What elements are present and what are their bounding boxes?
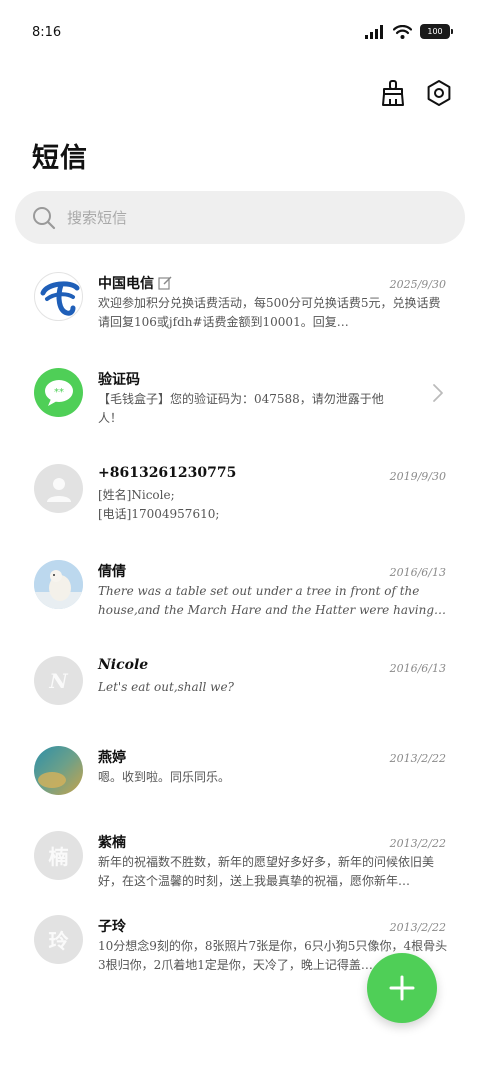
message-time: 2016/6/13 xyxy=(389,662,446,675)
status-bar: 8:16 100 xyxy=(0,0,480,66)
message-row[interactable]: 楠 紫楠 2013/2/22 新年的祝福数不胜数，新年的愿望好多好多，新年的问候… xyxy=(0,821,480,911)
edit-icon xyxy=(158,276,172,290)
message-row[interactable]: +8613261230775 2019/9/30 [姓名]Nicole; [电话… xyxy=(0,454,480,544)
svg-text:**: ** xyxy=(54,387,64,398)
contact-name: 子玲 xyxy=(98,919,126,935)
contact-name: Nicole xyxy=(98,657,149,673)
signal-icon xyxy=(365,24,383,39)
status-icons: 100 xyxy=(365,24,453,39)
search-bar[interactable] xyxy=(15,191,465,244)
contact-name: +8613261230775 xyxy=(98,465,237,481)
avatar-letter: 楠 xyxy=(48,845,69,869)
wifi-icon xyxy=(393,24,412,39)
message-row[interactable]: 中国电信 2025/9/30 欢迎参加积分兑换话费活动，每500分可兑换话费5元… xyxy=(0,262,480,352)
settings-icon xyxy=(427,80,451,106)
status-time: 8:16 xyxy=(32,25,62,40)
avatar xyxy=(34,464,83,513)
search-icon xyxy=(33,206,56,229)
battery-level: 100 xyxy=(427,27,443,36)
polar-bear-photo xyxy=(34,560,83,609)
message-time: 2019/9/30 xyxy=(389,470,446,483)
contact-name: 倩倩 xyxy=(98,564,126,580)
avatar: ** xyxy=(34,368,83,417)
contact-name: 验证码 xyxy=(98,372,140,388)
broom-icon xyxy=(382,80,404,106)
landscape-photo xyxy=(34,746,83,795)
top-actions xyxy=(378,78,454,108)
message-row[interactable]: 燕婷 2013/2/22 嗯。收到啦。同乐同乐。 xyxy=(0,736,480,826)
message-row[interactable]: ** 验证码 【毛钱盒子】您的验证码为：047588，请勿泄露于他人！ xyxy=(0,358,480,448)
message-preview: [姓名]Nicole; [电话]17004957610; xyxy=(98,488,220,521)
avatar: 玲 xyxy=(34,915,83,964)
message-time: 2013/2/22 xyxy=(389,921,446,934)
china-telecom-logo-icon xyxy=(40,280,79,316)
message-bubble-icon: ** xyxy=(44,379,73,406)
battery-icon: 100 xyxy=(420,24,453,39)
message-time: 2025/9/30 xyxy=(389,278,446,291)
avatar-letter: 玲 xyxy=(48,929,69,953)
message-time: 2013/2/22 xyxy=(389,837,446,850)
message-preview: 新年的祝福数不胜数，新年的愿望好多好多，新年的问候依旧美好，在这个温馨的时刻，送… xyxy=(98,855,435,888)
avatar-letter: N xyxy=(49,668,68,693)
new-message-button[interactable] xyxy=(367,953,437,1023)
message-preview: 嗯。收到啦。同乐同乐。 xyxy=(98,770,231,784)
person-icon xyxy=(46,477,71,502)
contact-name-text: 中国电信 xyxy=(98,276,154,292)
message-preview: Let's eat out,shall we? xyxy=(98,680,234,694)
clean-button[interactable] xyxy=(378,78,408,108)
avatar xyxy=(34,272,83,321)
avatar xyxy=(34,746,83,795)
message-row[interactable]: N Nicole 2016/6/13 Let's eat out,shall w… xyxy=(0,646,480,736)
message-preview: 欢迎参加积分兑换话费活动，每500分可兑换话费5元，兑换话费请回复106或jfd… xyxy=(98,296,441,329)
page-title: 短信 xyxy=(32,143,88,174)
avatar: 楠 xyxy=(34,831,83,880)
message-time: 2013/2/22 xyxy=(389,752,446,765)
avatar xyxy=(34,560,83,609)
message-preview: 【毛钱盒子】您的验证码为：047588，请勿泄露于他人！ xyxy=(98,392,384,425)
contact-name: 中国电信 xyxy=(98,273,172,293)
plus-icon xyxy=(389,975,415,1001)
message-time: 2016/6/13 xyxy=(389,566,446,579)
chevron-right-icon xyxy=(433,384,443,402)
settings-button[interactable] xyxy=(424,78,454,108)
search-input[interactable] xyxy=(67,208,427,227)
contact-name: 燕婷 xyxy=(98,750,126,766)
message-preview: There was a table set out under a tree i… xyxy=(98,584,435,617)
message-row[interactable]: 倩倩 2016/6/13 There was a table set out u… xyxy=(0,550,480,640)
avatar: N xyxy=(34,656,83,705)
contact-name: 紫楠 xyxy=(98,835,126,851)
